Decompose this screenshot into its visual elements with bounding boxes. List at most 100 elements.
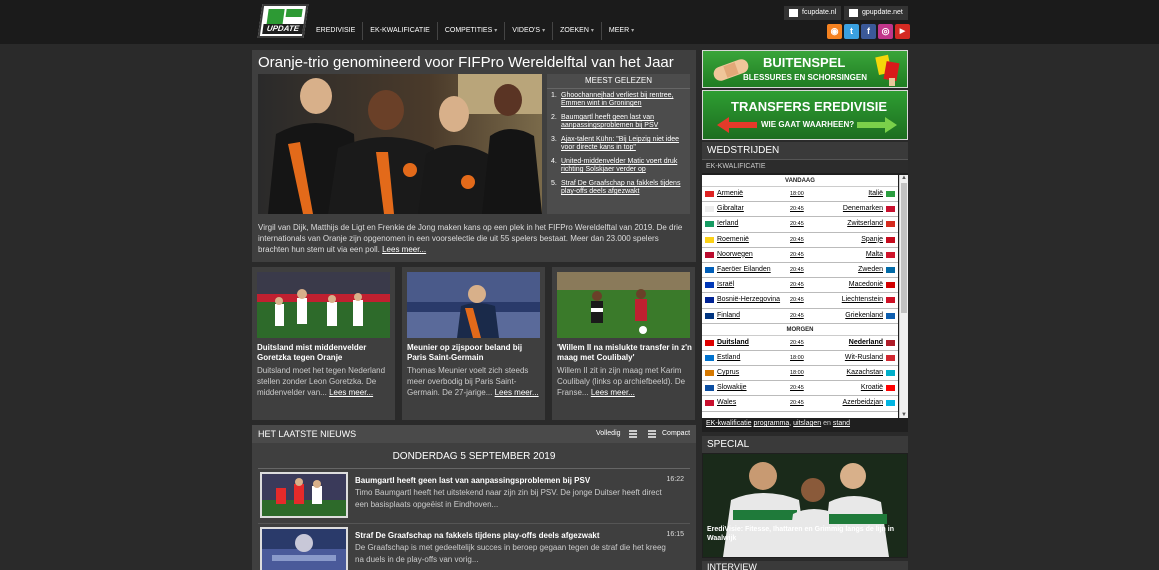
home-team[interactable]: Slowakije [717, 384, 747, 391]
most-read-item[interactable]: 2. Baumgartl heeft geen last van aanpassi… [551, 114, 687, 131]
card-title[interactable]: 'Willem II na mislukte transfer in z'n m… [557, 343, 692, 363]
match-time[interactable]: 18:00 [790, 191, 804, 197]
footer-link-programma[interactable]: programma [753, 420, 789, 427]
home-team[interactable]: Bosnië-Herzegovina [717, 296, 780, 303]
match-row[interactable]: Wales 20:45 Azerbeidzjan [702, 396, 898, 412]
away-team[interactable]: Kazachstan [846, 369, 883, 376]
match-time[interactable]: 20:45 [790, 385, 804, 391]
match-time[interactable]: 20:45 [790, 297, 804, 303]
away-team[interactable]: Kroatië [861, 384, 883, 391]
home-team[interactable]: Armenië [717, 190, 743, 197]
match-time[interactable]: 20:45 [790, 221, 804, 227]
most-read-item[interactable]: 3. Ajax-talent Kühn: "Bij Leipzig niet id… [551, 136, 687, 153]
home-team[interactable]: Faeröer Eilanden [717, 266, 771, 273]
view-full-button[interactable]: Volledig [596, 430, 621, 437]
read-more-link[interactable]: Lees meer... [591, 388, 635, 397]
match-row[interactable]: Estland 18:00 Wit-Rusland [702, 351, 898, 367]
view-compact-button[interactable]: Compact [662, 430, 690, 437]
match-row[interactable]: Israël 20:45 Macedonië [702, 278, 898, 294]
match-row[interactable]: Noorwegen 20:45 Malta [702, 248, 898, 263]
home-team[interactable]: Roemenië [717, 236, 749, 243]
home-team[interactable]: Cyprus [717, 369, 739, 376]
buitenspel-banner[interactable]: BUITENSPEL BLESSURES EN SCHORSINGEN [702, 50, 908, 88]
away-team[interactable]: Zwitserland [847, 220, 883, 227]
rss-icon[interactable]: ◉ [827, 24, 842, 39]
match-time[interactable]: 20:45 [790, 340, 804, 346]
news-list-item[interactable]: Baumgartl heeft geen last van aanpassing… [258, 470, 690, 520]
home-team[interactable]: Noorwegen [717, 251, 753, 258]
match-time[interactable]: 20:45 [790, 206, 804, 212]
away-team[interactable]: Azerbeidzjan [843, 399, 883, 406]
list-compact-icon[interactable] [648, 430, 656, 438]
site-link-gpupdate[interactable]: gpupdate.net [844, 6, 908, 20]
away-team[interactable]: Nederland [849, 339, 883, 346]
nav-zoeken[interactable]: ZOEKEN ▾ [552, 22, 601, 40]
away-team[interactable]: Malta [866, 251, 883, 258]
youtube-icon[interactable]: ▶ [895, 24, 910, 39]
featured-image[interactable] [258, 74, 542, 214]
matches-scrollbar[interactable]: ▲ ▼ [899, 175, 908, 418]
away-team[interactable]: Denemarken [843, 205, 883, 212]
match-time[interactable]: 20:45 [790, 267, 804, 273]
match-time[interactable]: 20:45 [790, 252, 804, 258]
match-row[interactable]: Roemenië 20:45 Spanje [702, 233, 898, 248]
nav-meer[interactable]: MEER ▾ [600, 22, 641, 40]
featured-title[interactable]: Oranje-trio genomineerd voor FIFPro Were… [258, 54, 674, 71]
scroll-up-icon[interactable]: ▲ [901, 175, 907, 181]
news-item-title[interactable]: Straf De Graafschap na fakkels tijdens p… [355, 531, 600, 540]
away-team[interactable]: Spanje [861, 236, 883, 243]
match-row[interactable]: Ierland 20:45 Zwitserland [702, 217, 898, 233]
card-image[interactable] [407, 272, 540, 338]
facebook-icon[interactable]: f [861, 24, 876, 39]
match-row[interactable]: Finland 20:45 Griekenland [702, 309, 898, 324]
away-team[interactable]: Wit-Rusland [845, 354, 883, 361]
home-team[interactable]: Duitsland [717, 339, 749, 346]
scroll-down-icon[interactable]: ▼ [901, 412, 907, 418]
match-row[interactable]: Faeröer Eilanden 20:45 Zweden [702, 263, 898, 279]
news-list-item[interactable]: Straf De Graafschap na fakkels tijdens p… [258, 525, 690, 570]
match-time[interactable]: 20:45 [790, 237, 804, 243]
read-more-link[interactable]: Lees meer... [382, 245, 426, 254]
away-team[interactable]: Italië [868, 190, 883, 197]
match-time[interactable]: 18:00 [790, 370, 804, 376]
away-team[interactable]: Macedonië [849, 281, 883, 288]
most-read-item[interactable]: 1. Ghoochannejhad verliest bij rentree, E… [551, 92, 687, 109]
match-row[interactable]: Armenië 18:00 Italië [702, 187, 898, 203]
read-more-link[interactable]: Lees meer... [495, 388, 539, 397]
match-row[interactable]: Slowakije 20:45 Kroatië [702, 381, 898, 397]
card-image[interactable] [557, 272, 690, 338]
instagram-icon[interactable]: ◎ [878, 24, 893, 39]
nav-competities[interactable]: COMPETITIES ▾ [436, 22, 504, 40]
away-team[interactable]: Liechtenstein [842, 296, 883, 303]
match-time[interactable]: 20:45 [790, 400, 804, 406]
twitter-icon[interactable]: t [844, 24, 859, 39]
site-link-fcupdate[interactable]: fcupdate.nl [784, 6, 842, 20]
home-team[interactable]: Gibraltar [717, 205, 744, 212]
match-time[interactable]: 20:45 [790, 313, 804, 319]
transfers-banner[interactable]: TRANSFERS EREDIVISIE WIE GAAT WAARHEEN? [702, 90, 908, 140]
card-image[interactable] [257, 272, 390, 338]
footer-link-stand[interactable]: stand [833, 420, 850, 427]
read-more-link[interactable]: Lees meer... [329, 388, 373, 397]
nav-eredivisie[interactable]: EREDIVISIE [309, 22, 362, 40]
card-title[interactable]: Duitsland mist middenvelder Goretzka teg… [257, 343, 392, 363]
match-row[interactable]: Cyprus 18:00 Kazachstan [702, 366, 898, 382]
most-read-item[interactable]: 5. Straf De Graafschap na fakkels tijdens… [551, 180, 687, 197]
news-thumbnail[interactable] [260, 527, 348, 570]
home-team[interactable]: Israël [717, 281, 734, 288]
most-read-item[interactable]: 4. United-middenvelder Matic voert druk r… [551, 158, 687, 175]
home-team[interactable]: Estland [717, 354, 740, 361]
site-logo[interactable]: UPDATE [257, 4, 309, 38]
away-team[interactable]: Zweden [858, 266, 883, 273]
footer-link-uitslagen[interactable]: uitslagen [793, 420, 821, 427]
match-row[interactable]: Bosnië-Herzegovina 20:45 Liechtenstein [702, 293, 898, 309]
news-thumbnail[interactable] [260, 472, 348, 518]
match-row[interactable]: Duitsland 20:45 Nederland [702, 336, 898, 351]
special-caption[interactable]: ErediVisie: Fitesse, Ihattaren en Grimmi… [707, 525, 903, 543]
home-team[interactable]: Wales [717, 399, 736, 406]
home-team[interactable]: Ierland [717, 220, 738, 227]
away-team[interactable]: Griekenland [845, 312, 883, 319]
nav-videos[interactable]: VIDEO'S ▾ [504, 22, 552, 40]
footer-link-ek[interactable]: EK-kwalificatie [706, 420, 752, 427]
news-item-title[interactable]: Baumgartl heeft geen last van aanpassing… [355, 476, 590, 485]
